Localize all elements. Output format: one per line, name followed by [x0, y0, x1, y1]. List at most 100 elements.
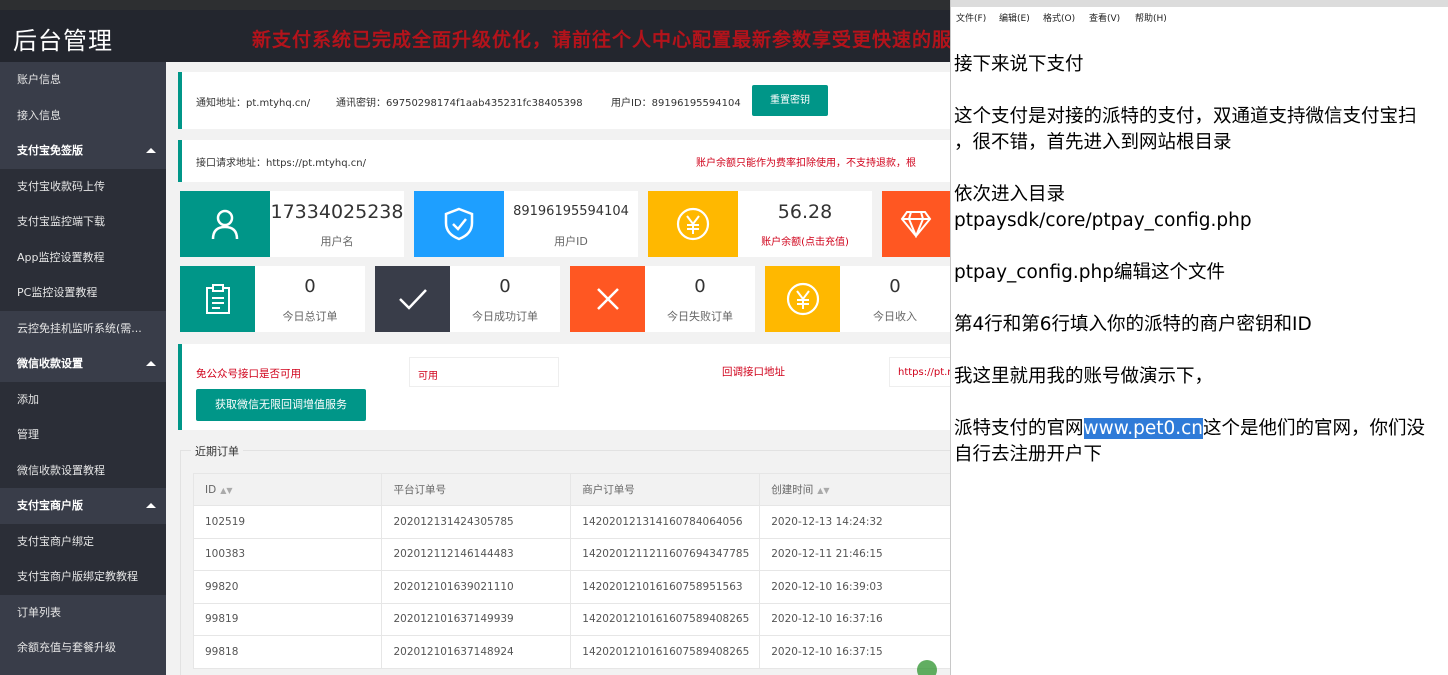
api-address: 接口请求地址：https://pt.mtyhq.cn/	[196, 158, 366, 169]
col-platform-order-label: 平台订单号	[393, 484, 446, 496]
sidebar-item-label: 支付宝收款码上传	[17, 179, 105, 193]
table-cell: 14202012131416078406405​6	[570, 505, 761, 539]
cross-icon	[570, 266, 645, 332]
text-line: ，很不错，首先进入到网站根目录	[954, 132, 1232, 153]
col-id[interactable]: ID ▲▼	[192, 473, 383, 506]
notify-panel: 通知地址：pt.mtyhq.cn/ 通讯密钥：69750298174f1aab4…	[178, 72, 950, 129]
stat-level	[882, 191, 950, 257]
sidebar-item[interactable]: 支付宝收款码上传	[0, 168, 166, 204]
stat-userid: 89196195594104 用户ID	[414, 191, 638, 257]
sidebar-item[interactable]: 支付宝监控端下载	[0, 204, 166, 240]
main-content: 通知地址：pt.mtyhq.cn/ 通讯密钥：69750298174f1aab4…	[166, 62, 950, 675]
stat-today-total-label: 今日总订单	[282, 310, 338, 323]
yen-icon	[765, 266, 840, 332]
table-cell: 14202012101616075894082​65	[570, 635, 761, 669]
stat-today-fail-label: 今日失败订单	[667, 310, 733, 323]
col-created-time[interactable]: 创建时间 ▲▼	[759, 473, 950, 506]
recent-orders-legend: 近期订单	[191, 443, 243, 459]
sidebar-item-label: 支付宝商户版绑定教教程	[17, 570, 138, 583]
table-cell: 99820	[192, 570, 383, 604]
stat-balance[interactable]: 56.28 账户余额(点击充值)	[648, 191, 872, 257]
sidebar-item-label: 支付宝商户版	[17, 499, 83, 512]
orders-table: ID ▲▼ 平台订单号 商户订单号 创建时间 ▲▼ 102519 2020121314…	[192, 473, 950, 669]
reset-key-button[interactable]: 重置密钥	[752, 85, 828, 116]
menu-file[interactable]: 文件(F)	[956, 11, 986, 24]
table-cell: 202012101637149939	[381, 602, 572, 636]
menu-help[interactable]: 帮助(H)	[1135, 11, 1167, 24]
sidebar-group[interactable]: 微信收款设置	[0, 346, 166, 382]
selected-link-text[interactable]: www.pet0.cn	[1083, 418, 1204, 439]
sidebar-item-label: App监控设置教程	[17, 250, 105, 264]
text-line: 依次进入目录	[954, 184, 1066, 205]
sidebar-item[interactable]: 微信收款设置教程	[0, 452, 166, 488]
sidebar-item[interactable]: PC监控设置教程	[0, 275, 166, 311]
caret-up-icon[interactable]	[146, 361, 156, 366]
col-platform-order: 平台订单号	[381, 473, 572, 506]
sidebar-item-label: 余额充值与套餐升级	[17, 641, 116, 654]
wechat-panel: 免公众号接口是否可用 可用 回调接口地址 https://pt.m 获取微信无限…	[178, 344, 950, 430]
notepad-window: 文件(F) 编辑(E) 格式(O) 查看(V) 帮助(H) 接下来说下支付 这个…	[950, 0, 1448, 675]
caret-up-icon[interactable]	[146, 148, 156, 153]
text-line: 接下来说下支付	[954, 54, 1084, 75]
table-row[interactable]: 100383 202012112146144483 1420201211211607…	[192, 537, 950, 571]
get-wechat-service-button[interactable]: 获取微信无限回调增值服务	[196, 389, 366, 421]
menu-edit[interactable]: 编辑(E)	[999, 11, 1030, 24]
table-row[interactable]: 102519 202012131424305785 1420201213141607…	[192, 505, 950, 539]
sidebar-item[interactable]: 接入信息	[0, 97, 166, 133]
sidebar-item[interactable]: 支付宝商户绑定	[0, 523, 166, 559]
stat-today-income-value: 0	[889, 276, 901, 297]
public-api-value-text: 可用	[418, 371, 438, 382]
table-cell: 99819	[192, 602, 383, 636]
top-header: 后台管理 新支付系统已完成全面升级优化，请前往个人中心配置最新参数享受更快速的服…	[0, 10, 950, 62]
sort-icon[interactable]: ▲▼	[817, 486, 829, 495]
sidebar-item[interactable]: 余额充值与套餐升级	[0, 630, 166, 666]
table-cell: 14202012101616075894082​65	[570, 602, 761, 636]
sidebar-item-label: 管理	[17, 428, 39, 441]
notepad-menubar: 文件(F) 编辑(E) 格式(O) 查看(V) 帮助(H)	[951, 7, 1448, 29]
stat-today-success-label: 今日成功订单	[472, 310, 538, 323]
sidebar-item[interactable]: App监控设置教程	[0, 239, 166, 275]
user-id-text: 用户ID：89196195594104	[611, 98, 741, 109]
menu-view[interactable]: 查看(V)	[1089, 11, 1120, 24]
table-cell: 100383	[192, 537, 383, 571]
menu-format[interactable]: 格式(O)	[1043, 11, 1075, 24]
table-row[interactable]: 99820 202012101639021110 14202012101616075…	[192, 570, 950, 604]
stat-balance-value: 56.28	[777, 201, 833, 223]
sidebar-item-label: 订单列表	[17, 605, 61, 619]
sidebar-item[interactable]: 账户信息	[0, 62, 166, 98]
table-row[interactable]: 99818 202012101637148924 14202012101616075…	[192, 635, 950, 669]
caret-up-icon[interactable]	[146, 503, 156, 508]
admin-window: 后台管理 新支付系统已完成全面升级优化，请前往个人中心配置最新参数享受更快速的服…	[0, 0, 950, 675]
notepad-text-area[interactable]: 接下来说下支付 这个支付是对接的派特的支付，双通道支持微信支付宝扫 ，很不错，首…	[954, 52, 1448, 468]
public-api-label: 免公众号接口是否可用	[196, 368, 301, 380]
stat-balance-label[interactable]: 账户余额(点击充值)	[738, 233, 872, 248]
stat-username-label: 用户名	[320, 235, 354, 248]
table-cell: 202012112146144483	[381, 537, 572, 571]
sidebar-item[interactable]: 订单列表	[0, 594, 166, 630]
sidebar-group[interactable]: 支付宝商户版	[0, 488, 166, 524]
sidebar-item[interactable]: 管理	[0, 417, 166, 453]
text-line: 第4行和第6行填入你的派特的商户密钥和ID	[954, 314, 1312, 335]
yen-icon	[648, 191, 738, 257]
sidebar-item[interactable]: 添加	[0, 381, 166, 417]
cursor-highlight	[917, 660, 937, 675]
brand-title: 后台管理	[13, 27, 113, 55]
sidebar: 账户信息 接入信息 支付宝免签版支付宝收款码上传支付宝监控端下载 App监控设置教程 P…	[0, 62, 166, 675]
sort-icon[interactable]: ▲▼	[220, 486, 232, 495]
table-row[interactable]: 99819 202012101637149939 14202012101616075…	[192, 602, 950, 636]
stat-today-total: 0 今日总订单	[180, 266, 365, 332]
callback-value-text: https://pt.m	[898, 367, 950, 378]
sidebar-group[interactable]: 支付宝免签版	[0, 133, 166, 169]
sidebar-item[interactable]: 支付宝商户版绑定教教程	[0, 559, 166, 595]
table-cell: 2020-12-10 16:37:16	[759, 602, 950, 636]
sidebar-item[interactable]: 云控免挂机监听系统(需...	[0, 310, 166, 346]
stat-today-fail: 0 今日失败订单	[570, 266, 755, 332]
table-cell: 2020-12-10 16:39:03	[759, 570, 950, 604]
diamond-icon	[882, 191, 950, 257]
text-line: ptpaysdk/core/ptpay_config.php	[954, 210, 1252, 231]
sidebar-item-label: 云控免挂机监听系统(需...	[17, 321, 142, 335]
stat-userid-value: 89196195594104	[513, 204, 629, 219]
clipboard-icon	[180, 266, 255, 332]
table-cell: 2020-12-13 14:24:32	[759, 505, 950, 539]
callback-input[interactable]: https://pt.m	[889, 357, 950, 387]
